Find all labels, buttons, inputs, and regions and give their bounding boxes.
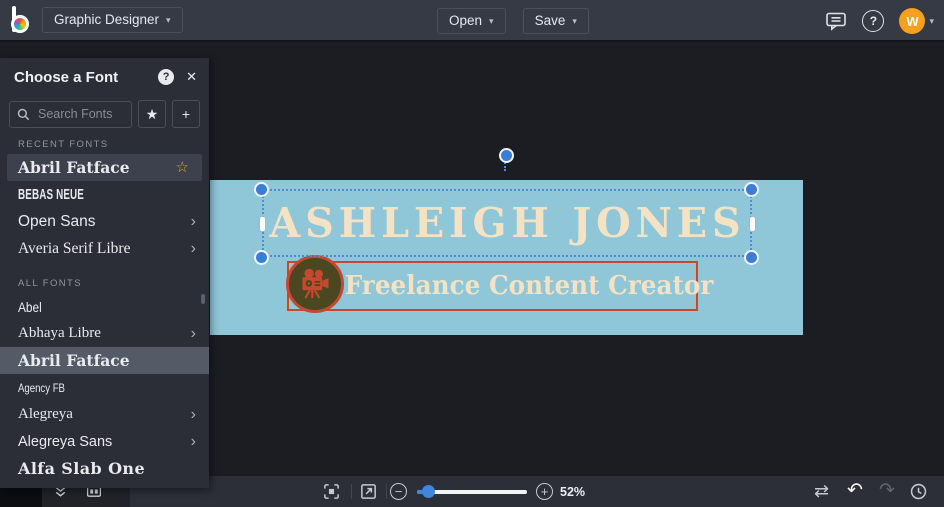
- font-item-bebas-neue[interactable]: Bebas Neue: [0, 181, 209, 208]
- selection-handle-top-right[interactable]: [744, 182, 759, 197]
- star-icon[interactable]: ☆: [176, 160, 189, 175]
- history-icon[interactable]: [909, 482, 928, 501]
- account-menu[interactable]: W ▾: [899, 8, 934, 34]
- compare-before-after-icon[interactable]: ⇄: [814, 480, 829, 502]
- font-item-alfa-slab-one[interactable]: Alfa Slab One: [0, 455, 209, 482]
- font-item-abel[interactable]: Abel: [0, 293, 209, 320]
- chevron-down-icon: ▾: [572, 15, 577, 26]
- rotation-handle[interactable]: [499, 148, 514, 163]
- graphic-designer-app: Graphic Designer ▾ Open ▾ Save ▾ ? W ▾ F…: [0, 0, 944, 507]
- save-label: Save: [534, 13, 566, 29]
- zoom-slider-handle[interactable]: [422, 485, 435, 498]
- font-item-abhaya-libre[interactable]: Abhaya Libre ›: [0, 320, 209, 347]
- font-panel-header: Choose a Font ? ✕: [0, 58, 209, 96]
- font-item-alegreya[interactable]: Alegreya ›: [0, 401, 209, 428]
- font-panel: Choose a Font ? ✕ ★ + RECENT FONTS Abril…: [0, 58, 209, 488]
- font-item-abril-fatface-recent[interactable]: Abril Fatface ☆: [7, 154, 202, 181]
- top-bar: Graphic Designer ▾ Open ▾ Save ▾ ? W ▾: [0, 0, 944, 42]
- app-mode-menu-button[interactable]: Graphic Designer ▾: [42, 7, 183, 33]
- favorite-fonts-button[interactable]: ★: [138, 100, 166, 128]
- top-bar-right: ? W ▾: [825, 0, 934, 42]
- recent-fonts-label: RECENT FONTS: [18, 139, 109, 150]
- panel-help-icon[interactable]: ?: [158, 69, 175, 85]
- app-mode-label: Graphic Designer: [54, 12, 160, 28]
- undo-icon[interactable]: ↶: [847, 480, 863, 502]
- add-font-button[interactable]: +: [172, 100, 200, 128]
- fit-to-screen-icon[interactable]: [322, 482, 341, 501]
- chevron-right-icon[interactable]: ›: [191, 406, 196, 423]
- befunky-logo[interactable]: [9, 5, 36, 35]
- camera-badge[interactable]: [286, 255, 344, 313]
- design-banner[interactable]: Freelance Content Creator ASHLEIGH JONES: [210, 180, 803, 335]
- subtitle-text: Freelance Content Creator: [345, 271, 714, 301]
- search-input[interactable]: [36, 106, 124, 122]
- avatar: W: [899, 8, 926, 34]
- selection-handle-top-left[interactable]: [254, 182, 269, 197]
- panel-title: Choose a Font: [14, 68, 119, 86]
- chevron-right-icon[interactable]: ›: [191, 240, 196, 257]
- search-box[interactable]: [9, 100, 132, 128]
- save-button[interactable]: Save ▾: [522, 8, 589, 34]
- zoom-out-button[interactable]: −: [390, 483, 407, 500]
- close-icon[interactable]: ✕: [186, 69, 197, 85]
- chevron-right-icon[interactable]: ›: [191, 433, 196, 450]
- title-text: ASHLEIGH JONES: [268, 199, 746, 247]
- zoom-in-button[interactable]: +: [536, 483, 553, 500]
- open-label: Open: [449, 13, 483, 29]
- video-camera-icon: [302, 268, 329, 299]
- subtitle-text-box[interactable]: Freelance Content Creator: [287, 261, 714, 311]
- title-selection-box[interactable]: ASHLEIGH JONES: [262, 189, 752, 257]
- zoom-slider[interactable]: [417, 485, 527, 498]
- zoom-percentage: 52%: [560, 485, 586, 499]
- divider: [386, 484, 387, 499]
- selection-handle-mid-right[interactable]: [749, 216, 756, 232]
- selection-handle-bottom-right[interactable]: [744, 250, 759, 265]
- chevron-down-icon: ▾: [929, 15, 934, 26]
- chevron-down-icon: ▾: [489, 15, 494, 26]
- divider: [351, 484, 352, 499]
- selection-handle-bottom-left[interactable]: [254, 250, 269, 265]
- all-fonts-label: ALL FONTS: [18, 278, 82, 289]
- font-item-abril-fatface[interactable]: Abril Fatface: [0, 347, 209, 374]
- font-item-agency-fb[interactable]: Agency FB: [0, 374, 209, 401]
- chevron-down-icon: ▾: [166, 14, 171, 25]
- font-search-row: ★ +: [0, 100, 209, 128]
- font-item-open-sans[interactable]: Open Sans ›: [0, 208, 209, 235]
- selection-handle-mid-left[interactable]: [259, 216, 266, 232]
- feedback-comment-icon[interactable]: [825, 11, 847, 31]
- font-item-averia-serif-libre[interactable]: Averia Serif Libre ›: [0, 235, 209, 262]
- chevron-right-icon[interactable]: ›: [191, 213, 196, 230]
- font-item-alegreya-sans[interactable]: Alegreya Sans ›: [0, 428, 209, 455]
- fullscreen-preview-icon[interactable]: [359, 482, 378, 501]
- top-bar-center: Open ▾ Save ▾: [437, 0, 589, 42]
- redo-icon[interactable]: ↷: [879, 480, 895, 502]
- logo-color-wheel-icon: [11, 15, 29, 33]
- scrollbar-thumb[interactable]: [201, 294, 205, 304]
- help-icon[interactable]: ?: [862, 10, 885, 32]
- search-icon: [17, 108, 30, 120]
- chevron-right-icon[interactable]: ›: [191, 325, 196, 342]
- open-button[interactable]: Open ▾: [437, 8, 506, 34]
